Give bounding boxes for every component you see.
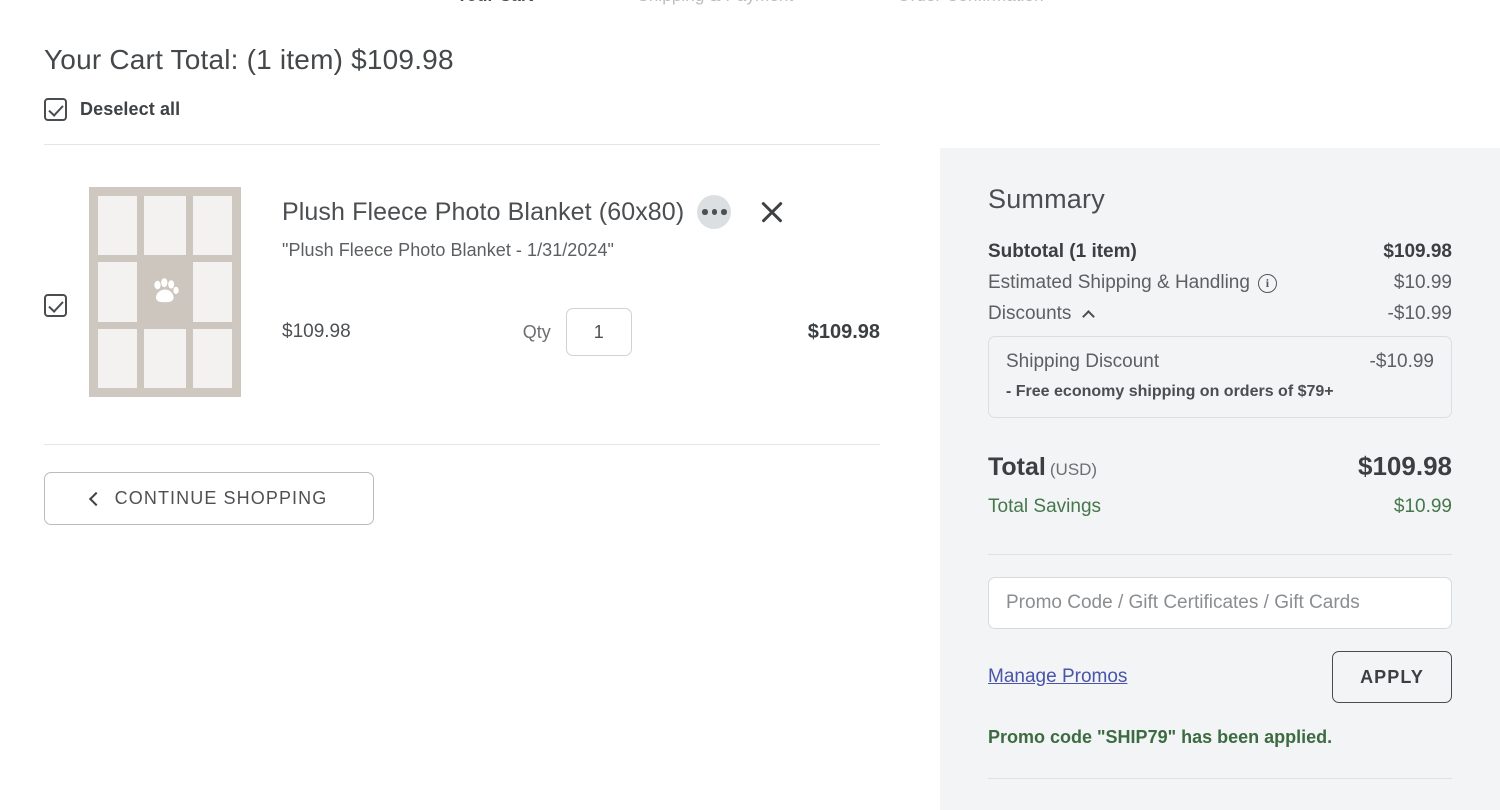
shipping-discount-value: -$10.99 <box>1369 351 1434 372</box>
product-thumbnail-collage <box>98 196 232 388</box>
cart-item-details: Plush Fleece Photo Blanket (60x80) "Plus… <box>282 187 880 356</box>
collage-cell <box>144 196 186 256</box>
shipping-discount-note: - Free economy shipping on orders of $79… <box>1006 383 1334 400</box>
summary-divider <box>988 554 1452 555</box>
divider-bottom <box>44 444 880 445</box>
shipping-value: $10.99 <box>1393 272 1452 293</box>
product-thumbnail[interactable] <box>89 187 241 397</box>
order-summary-panel: Summary Subtotal (1 item) $109.98 Estima… <box>940 148 1500 810</box>
page-title: Your Cart Total: (1 item) $109.98 <box>44 44 454 75</box>
product-subtitle: "Plush Fleece Photo Blanket - 1/31/2024" <box>282 240 614 260</box>
summary-divider-bottom <box>988 778 1452 779</box>
step-your-cart[interactable]: Your Cart <box>456 0 533 6</box>
info-icon[interactable]: i <box>1257 273 1277 293</box>
deselect-all-label: Deselect all <box>80 98 181 119</box>
dot <box>702 209 708 215</box>
cart-page: Your Cart Shipping & Payment Order Confi… <box>0 0 1500 810</box>
collage-cell <box>192 262 232 322</box>
chevron-up-icon[interactable] <box>1082 309 1096 323</box>
collage-cell <box>98 262 138 322</box>
collage-cell <box>192 196 232 256</box>
total-label: Total <box>988 453 1046 481</box>
discounts-value: -$10.99 <box>1387 303 1452 324</box>
step-order-confirmation[interactable]: Order Confirmation <box>897 0 1043 6</box>
total-value: $109.98 <box>1358 451 1452 481</box>
cart-column: Your Cart Total: (1 item) $109.98 Desele… <box>44 40 880 525</box>
shipping-label-wrap: Estimated Shipping & Handling i <box>988 272 1277 294</box>
cart-item-row: Plush Fleece Photo Blanket (60x80) "Plus… <box>44 145 880 397</box>
discounts-row[interactable]: Discounts -$10.99 <box>988 303 1452 325</box>
discounts-label: Discounts <box>988 303 1072 324</box>
promo-code-input[interactable] <box>988 577 1452 629</box>
manage-promos-link[interactable]: Manage Promos <box>988 666 1127 688</box>
total-savings-row: Total Savings $10.99 <box>988 496 1452 518</box>
total-currency: (USD) <box>1049 460 1098 479</box>
collage-cell-center <box>144 262 186 322</box>
unit-price: $109.98 <box>282 321 351 342</box>
total-row: Total (USD) $109.98 <box>988 451 1452 482</box>
cart-item-price-row: $109.98 Qty 1 $109.98 <box>282 308 880 356</box>
summary-title: Summary <box>988 184 1105 214</box>
dot <box>721 209 727 215</box>
total-savings-value: $10.99 <box>1393 496 1452 517</box>
qty-label: Qty <box>522 321 551 342</box>
apply-promo-button[interactable]: APPLY <box>1332 651 1452 703</box>
cart-item-checkbox-wrap <box>44 187 89 317</box>
shipping-discount-label: Shipping Discount <box>1006 351 1160 372</box>
checkout-stepper: Your Cart Shipping & Payment Order Confi… <box>0 0 1500 6</box>
collage-cell <box>192 328 232 388</box>
deselect-all-checkbox[interactable] <box>44 97 67 121</box>
collage-cell <box>144 328 186 388</box>
more-options-icon[interactable] <box>697 195 732 229</box>
shipping-label: Estimated Shipping & Handling <box>988 272 1250 293</box>
dot <box>711 209 717 215</box>
subtotal-value: $109.98 <box>1383 241 1452 262</box>
qty-input[interactable]: 1 <box>565 308 632 356</box>
continue-shopping-button[interactable]: CONTINUE SHOPPING <box>44 472 374 525</box>
remove-item-close-icon[interactable] <box>758 198 786 226</box>
collage-cell <box>98 196 138 256</box>
subtotal-label: Subtotal (1 item) <box>988 241 1137 262</box>
shipping-discount-head: Shipping Discount -$10.99 <box>1006 351 1434 373</box>
step-shipping-payment[interactable]: Shipping & Payment <box>637 0 793 6</box>
subtotal-row: Subtotal (1 item) $109.98 <box>988 241 1452 263</box>
discounts-label-wrap: Discounts <box>988 303 1096 325</box>
line-total: $109.98 <box>807 320 880 343</box>
promo-applied-message: Promo code "SHIP79" has been applied. <box>988 727 1333 747</box>
total-savings-label: Total Savings <box>988 496 1102 517</box>
cart-item-checkbox[interactable] <box>44 294 67 317</box>
total-label-wrap: Total (USD) <box>988 453 1097 482</box>
collage-cell <box>98 328 138 388</box>
product-title[interactable]: Plush Fleece Photo Blanket (60x80) <box>282 198 684 227</box>
paw-print-icon <box>154 278 179 303</box>
shipping-row: Estimated Shipping & Handling i $10.99 <box>988 272 1452 294</box>
promo-actions-row: Manage Promos APPLY <box>988 651 1452 703</box>
shipping-discount-box: Shipping Discount -$10.99 - Free economy… <box>988 336 1452 418</box>
continue-shopping-label: CONTINUE SHOPPING <box>114 488 328 508</box>
deselect-all-row[interactable]: Deselect all <box>44 95 880 123</box>
chevron-left-icon <box>88 491 103 506</box>
cart-item-title-row: Plush Fleece Photo Blanket (60x80) <box>282 195 880 229</box>
